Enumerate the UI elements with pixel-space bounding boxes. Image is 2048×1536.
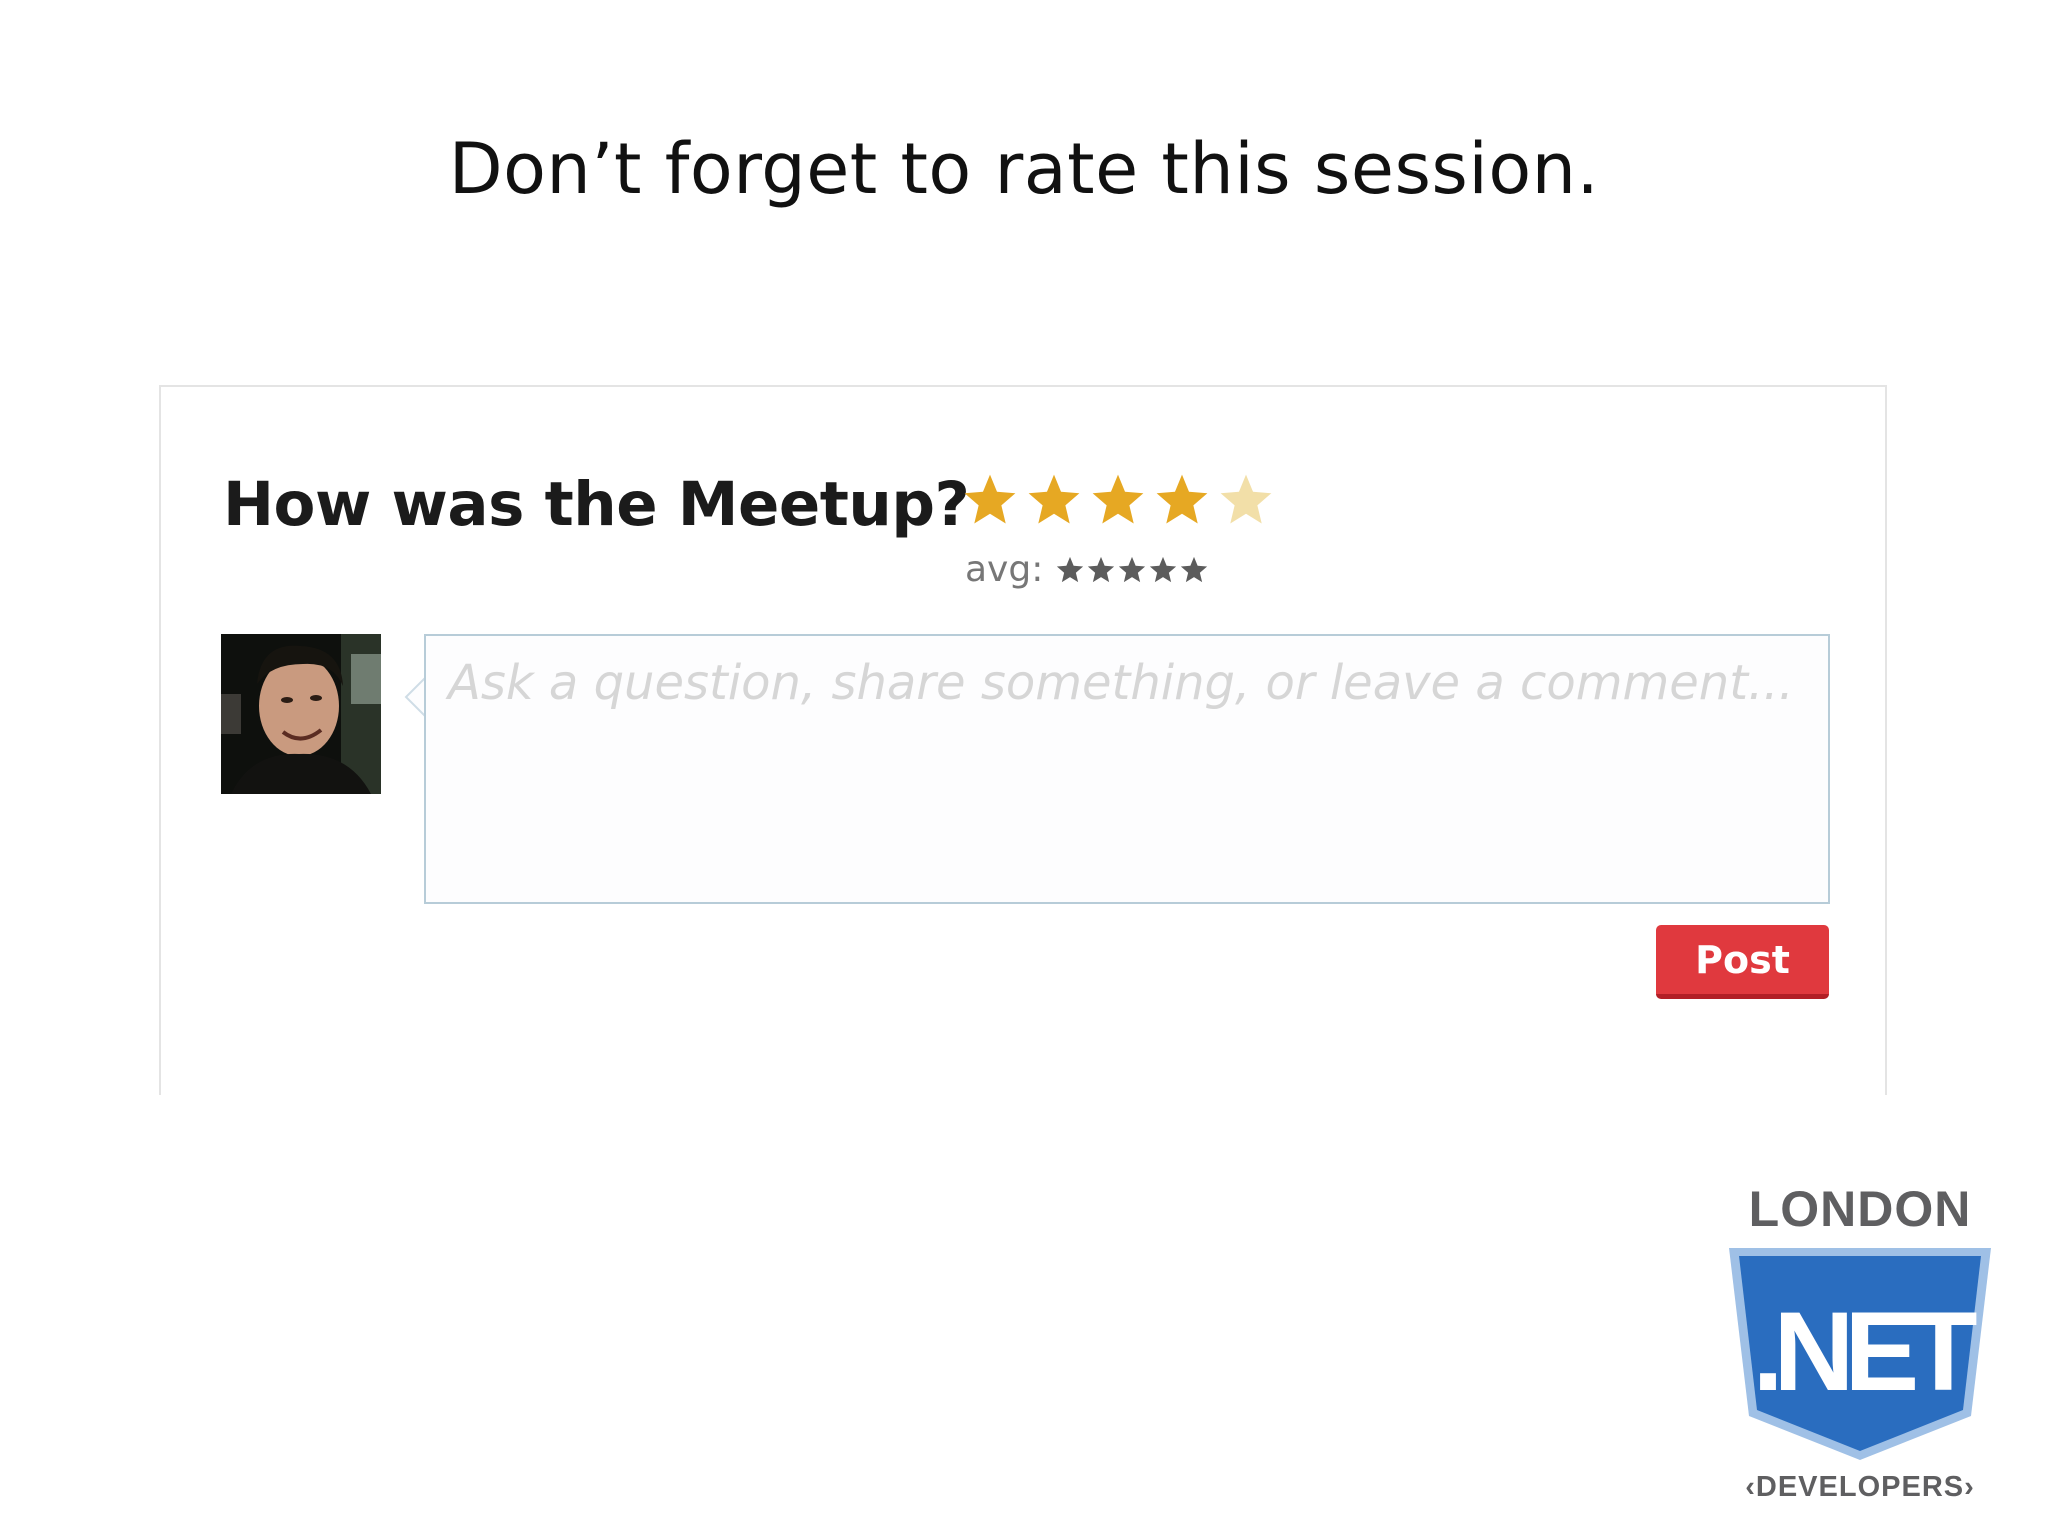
star-rating[interactable] [961, 471, 1275, 529]
avg-star-icon [1088, 556, 1115, 582]
avg-label: avg: [965, 549, 1044, 590]
star-5-icon[interactable] [1217, 471, 1275, 529]
meetup-rating-card: How was the Meetup? avg: Post [159, 385, 1887, 1095]
star-4-icon[interactable] [1153, 471, 1211, 529]
avg-star-icon [1119, 556, 1146, 582]
post-button[interactable]: Post [1656, 925, 1829, 999]
avg-star-icon [1057, 556, 1084, 582]
logo-developers-text: ‹DEVELOPERS› [1745, 1471, 1975, 1503]
avg-stars [1055, 555, 1209, 585]
logo-net-text: .NET [1752, 1289, 1977, 1414]
star-1-icon[interactable] [961, 471, 1019, 529]
star-2-icon[interactable] [1025, 471, 1083, 529]
avatar-photo [221, 634, 381, 794]
london-dotnet-developers-logo: LONDON .NET ‹DEVELOPERS› [1725, 1180, 1995, 1510]
slide-title: Don’t forget to rate this session. [448, 128, 1600, 210]
avg-star-icon [1150, 556, 1177, 582]
avatar [221, 634, 381, 794]
comment-input[interactable] [424, 634, 1830, 904]
rating-heading: How was the Meetup? [223, 469, 970, 540]
star-3-icon[interactable] [1089, 471, 1147, 529]
avg-star-icon [1181, 556, 1208, 582]
average-rating: avg: [965, 549, 1209, 590]
logo-london-text: LONDON [1748, 1181, 1972, 1237]
